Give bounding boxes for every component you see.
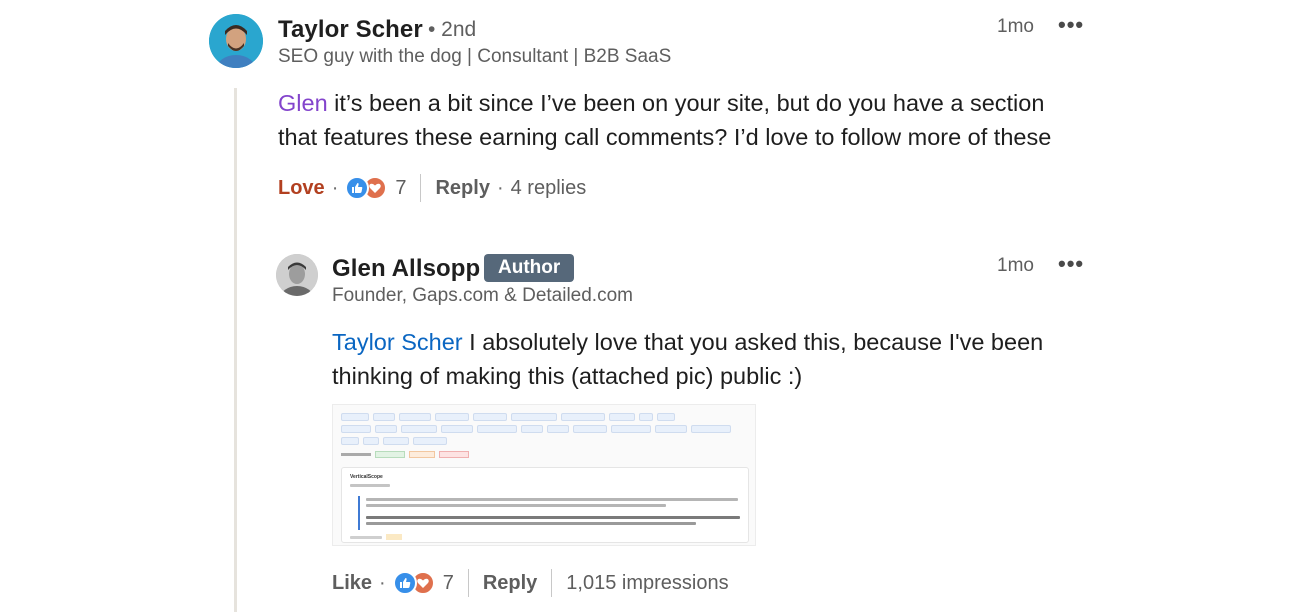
reply-text-line2: thinking of making this (attached pic) p… bbox=[332, 363, 803, 389]
more-options-icon[interactable]: ••• bbox=[1058, 12, 1084, 38]
impressions-count[interactable]: 1,015 impressions bbox=[566, 572, 728, 595]
divider bbox=[551, 569, 553, 597]
comment-author-name[interactable]: Taylor Scher bbox=[278, 16, 423, 44]
comment-text-line2: that features these earning call comment… bbox=[278, 124, 1052, 150]
mention-link[interactable]: Glen bbox=[278, 90, 328, 116]
avatar-taylor-scher[interactable] bbox=[209, 14, 263, 68]
attached-image[interactable]: VerticalScope bbox=[332, 404, 756, 546]
mention-link[interactable]: Taylor Scher bbox=[332, 329, 463, 355]
avatar-glen-allsopp[interactable] bbox=[276, 254, 318, 296]
divider bbox=[420, 174, 422, 202]
attachment-card-title: VerticalScope bbox=[350, 474, 383, 480]
reaction-summary[interactable] bbox=[345, 176, 388, 200]
replies-count-link[interactable]: 4 replies bbox=[511, 177, 587, 200]
comment-actions: Love · 7 Reply · 4 replies bbox=[278, 172, 586, 204]
reaction-button[interactable]: Like bbox=[332, 572, 372, 595]
more-options-icon[interactable]: ••• bbox=[1058, 251, 1084, 277]
comment-text-line1: it’s been a bit since I’ve been on your … bbox=[327, 90, 1045, 116]
reaction-summary[interactable] bbox=[392, 571, 435, 595]
comment-body: Glen it’s been a bit since I’ve been on … bbox=[278, 86, 1108, 154]
reply-author-headline: Founder, Gaps.com & Detailed.com bbox=[332, 285, 633, 306]
attachment-card: VerticalScope bbox=[341, 467, 749, 543]
reply-text-line1: I absolutely love that you asked this, b… bbox=[462, 329, 1044, 355]
comment-timestamp: 1mo bbox=[997, 16, 1034, 37]
reaction-button[interactable]: Love bbox=[278, 177, 325, 200]
reply-timestamp: 1mo bbox=[997, 255, 1034, 276]
reply-author-name[interactable]: Glen Allsopp bbox=[332, 255, 480, 283]
like-reaction-icon bbox=[392, 571, 417, 595]
reaction-count[interactable]: 7 bbox=[443, 572, 454, 595]
author-badge: Author bbox=[484, 254, 575, 282]
reply-actions: Like · 7 Reply 1,015 impressions bbox=[332, 567, 729, 599]
thread-line bbox=[234, 88, 237, 612]
connection-degree: • 2nd bbox=[428, 18, 477, 41]
reply-body: Taylor Scher I absolutely love that you … bbox=[332, 325, 1112, 393]
comment-author-headline: SEO guy with the dog | Consultant | B2B … bbox=[278, 46, 672, 67]
reply-button[interactable]: Reply bbox=[435, 177, 489, 200]
divider bbox=[467, 569, 469, 597]
reply-button[interactable]: Reply bbox=[483, 572, 537, 595]
reaction-count[interactable]: 7 bbox=[395, 177, 406, 200]
